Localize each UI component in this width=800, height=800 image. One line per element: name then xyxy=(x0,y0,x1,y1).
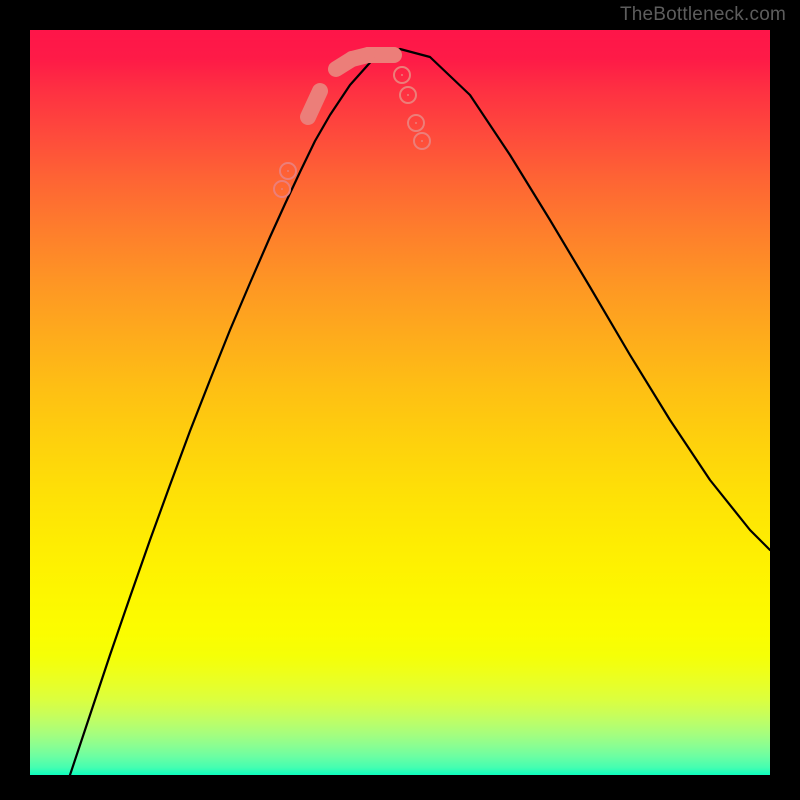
chart-frame: TheBottleneck.com xyxy=(0,0,800,800)
watermark-text: TheBottleneck.com xyxy=(620,4,786,26)
bottleneck-curve-svg xyxy=(30,30,770,775)
bottleneck-curve xyxy=(70,49,770,775)
plot-area xyxy=(30,30,770,775)
